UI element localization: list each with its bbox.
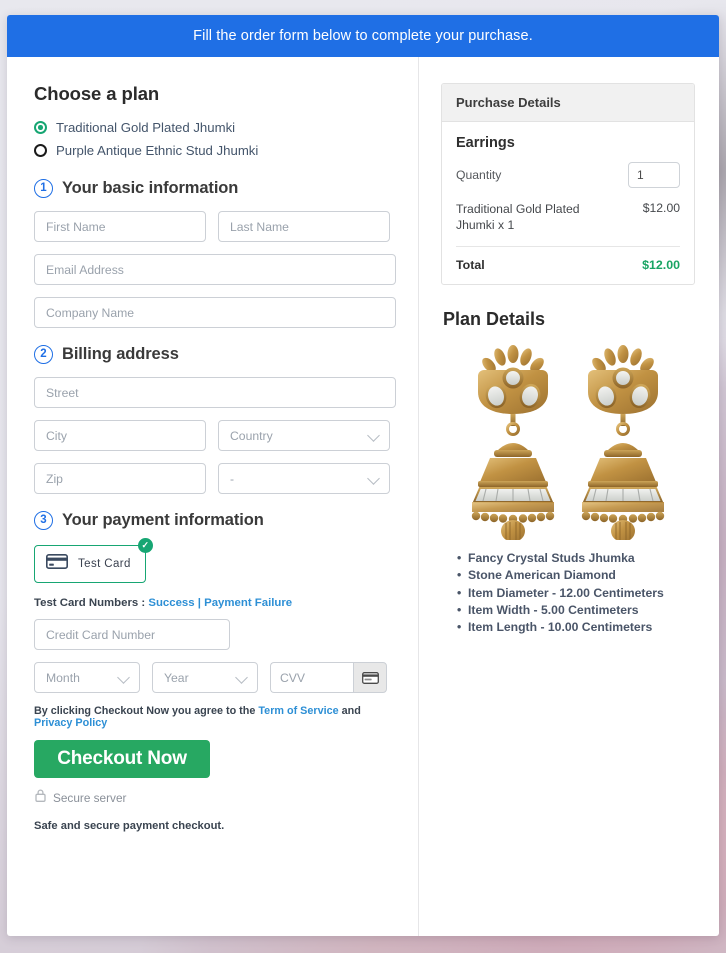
zip-input[interactable]: Zip [34, 463, 206, 494]
step-header-basic: 1 Your basic information [34, 179, 396, 198]
total-row: Total $12.00 [456, 247, 680, 272]
city-input[interactable]: City [34, 420, 206, 451]
company-input[interactable]: Company Name [34, 297, 396, 328]
step-number-2: 2 [34, 345, 53, 364]
street-input[interactable]: Street [34, 377, 396, 408]
quantity-input[interactable]: 1 [628, 162, 680, 188]
step-label-payment: Your payment information [62, 511, 264, 529]
state-select[interactable]: - [218, 463, 390, 494]
test-card-label: Test Card [78, 558, 131, 570]
plan-label-traditional: Traditional Gold Plated Jhumki [56, 120, 236, 135]
terms-text: By clicking Checkout Now you agree to th… [34, 705, 396, 729]
expiry-cvv-row: Month Year CVV [34, 662, 396, 693]
test-card-option[interactable]: Test Card [34, 545, 146, 583]
purchase-details-header: Purchase Details [442, 84, 694, 122]
line-item-price: $12.00 [642, 201, 680, 215]
step-label-billing: Billing address [62, 345, 179, 363]
test-card-numbers-label: Test Card Numbers : [34, 597, 146, 609]
step-header-payment: 3 Your payment information [34, 511, 396, 530]
test-card-option-wrapper[interactable]: Test Card ✓ [34, 538, 153, 583]
plan-option-traditional[interactable]: Traditional Gold Plated Jhumki [34, 116, 396, 139]
month-select-value: Month [46, 670, 80, 685]
step-number-3: 3 [34, 511, 53, 530]
quantity-label: Quantity [456, 168, 502, 182]
first-name-input[interactable]: First Name [34, 211, 206, 242]
safe-payment-note: Safe and secure payment checkout. [34, 820, 225, 832]
state-select-value: - [230, 471, 235, 486]
company-row: Company Name [34, 297, 396, 328]
product-name: Earrings [456, 135, 515, 151]
total-label: Total [456, 257, 485, 272]
line-item-row: Traditional Gold Plated Jhumki x 1 $12.0… [456, 201, 680, 247]
secure-server-row: Secure server [35, 789, 396, 807]
lock-icon [35, 789, 46, 807]
street-row: Street [34, 377, 396, 408]
banner-text: Fill the order form below to complete yo… [193, 28, 533, 44]
checkout-card: Fill the order form below to complete yo… [7, 15, 719, 936]
radio-icon-traditional[interactable] [34, 121, 47, 134]
test-card-numbers-line: Test Card Numbers : Success | Payment Fa… [34, 597, 396, 609]
payment-failure-link[interactable]: Payment Failure [204, 597, 292, 609]
city-country-row: City Country [34, 420, 396, 451]
product-image [441, 339, 695, 540]
link-separator: | [197, 597, 201, 609]
card-number-row: Credit Card Number [34, 619, 396, 650]
name-row: First Name Last Name [34, 211, 396, 242]
jhumka-earrings-illustration [471, 343, 666, 540]
year-select[interactable]: Year [152, 662, 258, 693]
plan-option-purple[interactable]: Purple Antique Ethnic Stud Jhumki [34, 139, 396, 162]
plan-features-list: Fancy Crystal Studs Jhumka Stone America… [457, 550, 695, 637]
line-item-name: Traditional Gold Plated Jhumki x 1 [456, 202, 580, 233]
plan-label-purple: Purple Antique Ethnic Stud Jhumki [56, 143, 259, 158]
card-back-icon [361, 671, 379, 684]
year-select-value: Year [164, 670, 189, 685]
success-link[interactable]: Success [148, 597, 194, 609]
plan-details-title: Plan Details [443, 308, 546, 329]
cvv-input[interactable]: CVV [270, 662, 353, 693]
summary-column: Purchase Details Earrings Quantity 1 Tra… [419, 57, 719, 936]
step-header-billing: 2 Billing address [34, 345, 396, 364]
month-select[interactable]: Month [34, 662, 140, 693]
privacy-policy-link[interactable]: Privacy Policy [34, 717, 107, 729]
feature-item: Item Diameter - 12.00 Centimeters [457, 585, 695, 603]
banner: Fill the order form below to complete yo… [7, 15, 719, 57]
term-of-service-link[interactable]: Term of Service [258, 705, 338, 717]
purchase-details-body: Earrings Quantity 1 Traditional Gold Pla… [442, 122, 694, 284]
radio-icon-purple[interactable] [34, 144, 47, 157]
chevron-down-icon-country [367, 428, 380, 442]
chevron-down-icon-month [117, 670, 130, 684]
country-select-value: Country [230, 428, 273, 443]
feature-item: Stone American Diamond [457, 567, 695, 585]
total-value: $12.00 [642, 257, 680, 272]
checkout-now-button[interactable]: Checkout Now [34, 740, 210, 778]
step-number-1: 1 [34, 179, 53, 198]
quantity-row: Quantity 1 [456, 162, 680, 188]
cvv-group: CVV [270, 662, 387, 693]
feature-item: Fancy Crystal Studs Jhumka [457, 550, 695, 568]
terms-and: and [341, 705, 361, 717]
choose-plan-title: Choose a plan [34, 83, 160, 104]
credit-card-icon [46, 554, 68, 574]
credit-card-number-input[interactable]: Credit Card Number [34, 619, 230, 650]
terms-prefix: By clicking Checkout Now you agree to th… [34, 705, 256, 717]
step-label-basic: Your basic information [62, 179, 239, 197]
card-body: Choose a plan Traditional Gold Plated Jh… [7, 57, 719, 936]
purchase-details-card: Purchase Details Earrings Quantity 1 Tra… [441, 83, 695, 285]
cvv-help-button[interactable] [353, 662, 387, 693]
feature-item: Item Width - 5.00 Centimeters [457, 602, 695, 620]
email-input[interactable]: Email Address [34, 254, 396, 285]
secure-server-text: Secure server [53, 791, 127, 805]
last-name-input[interactable]: Last Name [218, 211, 390, 242]
feature-item: Item Length - 10.00 Centimeters [457, 619, 695, 637]
zip-state-row: Zip - [34, 463, 396, 494]
chevron-down-icon-year [235, 670, 248, 684]
plan-options: Traditional Gold Plated Jhumki Purple An… [34, 116, 396, 162]
check-circle-icon: ✓ [137, 538, 153, 553]
chevron-down-icon-state [367, 471, 380, 485]
email-row: Email Address [34, 254, 396, 285]
country-select[interactable]: Country [218, 420, 390, 451]
form-column: Choose a plan Traditional Gold Plated Jh… [7, 57, 419, 936]
